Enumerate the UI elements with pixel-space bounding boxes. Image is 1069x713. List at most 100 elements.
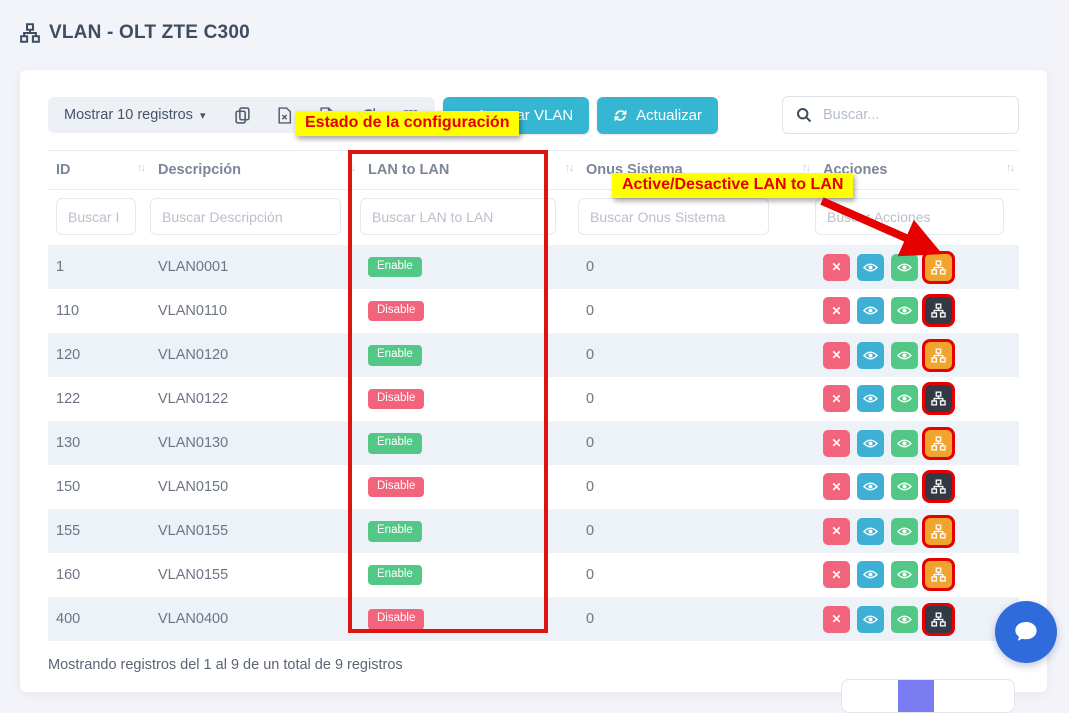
view-button[interactable]	[857, 385, 884, 412]
lan-to-lan-toggle-button[interactable]	[925, 297, 952, 324]
cell-id: 130	[48, 421, 150, 465]
lan-to-lan-toggle-button[interactable]	[925, 342, 952, 369]
eye-icon	[897, 348, 912, 363]
cell-acciones: ✕	[815, 377, 1019, 421]
cell-descripcion: VLAN0110	[150, 289, 360, 333]
datatable-buttons: Mostrar 10 registros ▾	[48, 97, 435, 133]
add-vlan-button[interactable]: + Agregar VLAN	[443, 97, 590, 134]
global-search[interactable]	[782, 96, 1019, 134]
status-badge: Enable	[368, 521, 422, 542]
cell-onus: 0	[578, 245, 815, 289]
sitemap-icon	[931, 303, 946, 318]
view-onus-button[interactable]	[891, 254, 918, 281]
cell-lan-to-lan: Disable	[360, 597, 578, 641]
column-header-lan-to-lan[interactable]: LAN to LAN↑↓	[360, 151, 578, 190]
filter-descripcion-input[interactable]	[150, 198, 341, 235]
redo-icon	[360, 107, 377, 124]
action-buttons: ✕	[823, 430, 1013, 457]
lan-to-lan-toggle-button[interactable]	[925, 430, 952, 457]
view-onus-button[interactable]	[891, 473, 918, 500]
table-row: 122VLAN0122Disable0✕	[48, 377, 1019, 421]
pdf-export-button[interactable]	[305, 97, 347, 133]
cell-lan-to-lan: Disable	[360, 377, 578, 421]
lan-to-lan-toggle-button[interactable]	[925, 561, 952, 588]
close-icon: ✕	[831, 392, 841, 406]
delete-button[interactable]: ✕	[823, 606, 850, 633]
lan-to-lan-toggle-button[interactable]	[925, 385, 952, 412]
delete-button[interactable]: ✕	[823, 385, 850, 412]
view-onus-button[interactable]	[891, 297, 918, 324]
view-button[interactable]	[857, 518, 884, 545]
view-button[interactable]	[857, 342, 884, 369]
cell-lan-to-lan: Disable	[360, 465, 578, 509]
cell-acciones: ✕	[815, 245, 1019, 289]
vlan-table: ID↑↓ Descripción↑↓ LAN to LAN↑↓ Onus Sis…	[48, 150, 1019, 641]
view-onus-button[interactable]	[891, 430, 918, 457]
view-button[interactable]	[857, 561, 884, 588]
chat-icon	[1011, 617, 1041, 647]
sort-icon: ↑↓	[565, 162, 572, 174]
refresh-button[interactable]: Actualizar	[597, 97, 718, 134]
delete-button[interactable]: ✕	[823, 430, 850, 457]
lan-to-lan-toggle-button[interactable]	[925, 473, 952, 500]
lan-to-lan-toggle-button[interactable]	[925, 518, 952, 545]
sitemap-icon	[931, 348, 946, 363]
close-icon: ✕	[831, 304, 841, 318]
delete-button[interactable]: ✕	[823, 473, 850, 500]
sitemap-icon	[20, 23, 40, 43]
lan-to-lan-toggle-button[interactable]	[925, 254, 952, 281]
page-title: VLAN - OLT ZTE C300	[49, 22, 250, 44]
view-button[interactable]	[857, 606, 884, 633]
view-onus-button[interactable]	[891, 561, 918, 588]
sort-icon: ↑↓	[137, 162, 144, 174]
column-header-onus-sistema[interactable]: Onus Sistema↑↓	[578, 151, 815, 190]
delete-button[interactable]: ✕	[823, 297, 850, 324]
status-badge: Disable	[368, 609, 424, 630]
view-button[interactable]	[857, 254, 884, 281]
cell-onus: 0	[578, 333, 815, 377]
filter-lan-to-lan-input[interactable]	[360, 198, 556, 235]
view-onus-button[interactable]	[891, 518, 918, 545]
view-onus-button[interactable]	[891, 606, 918, 633]
delete-button[interactable]: ✕	[823, 518, 850, 545]
eye-icon	[863, 260, 878, 275]
show-entries-dropdown[interactable]: Mostrar 10 registros ▾	[48, 107, 221, 123]
search-input[interactable]	[823, 107, 1005, 123]
cell-lan-to-lan: Enable	[360, 333, 578, 377]
chevron-down-icon: ▾	[423, 110, 428, 121]
cell-lan-to-lan: Enable	[360, 245, 578, 289]
column-header-acciones[interactable]: Acciones↑↓	[815, 151, 1019, 190]
close-icon: ✕	[831, 612, 841, 626]
cell-acciones: ✕	[815, 333, 1019, 377]
eye-icon	[897, 612, 912, 627]
table-row: 160VLAN0155Enable0✕	[48, 553, 1019, 597]
file-icon	[318, 107, 335, 124]
eye-icon	[863, 612, 878, 627]
cell-acciones: ✕	[815, 553, 1019, 597]
view-onus-button[interactable]	[891, 342, 918, 369]
view-onus-button[interactable]	[891, 385, 918, 412]
delete-button[interactable]: ✕	[823, 342, 850, 369]
copy-button[interactable]	[221, 97, 263, 133]
column-header-descripcion[interactable]: Descripción↑↓	[150, 151, 360, 190]
filter-onus-input[interactable]	[578, 198, 769, 235]
cell-lan-to-lan: Enable	[360, 509, 578, 553]
lan-to-lan-toggle-button[interactable]	[925, 606, 952, 633]
pagination[interactable]	[841, 679, 1015, 713]
pagination-active-page[interactable]	[898, 680, 934, 713]
delete-button[interactable]: ✕	[823, 254, 850, 281]
chat-launcher-button[interactable]	[995, 601, 1057, 663]
table-header-row: ID↑↓ Descripción↑↓ LAN to LAN↑↓ Onus Sis…	[48, 151, 1019, 190]
filter-acciones-input[interactable]	[815, 198, 1004, 235]
view-button[interactable]	[857, 297, 884, 324]
delete-button[interactable]: ✕	[823, 561, 850, 588]
column-header-id[interactable]: ID↑↓	[48, 151, 150, 190]
view-button[interactable]	[857, 430, 884, 457]
view-button[interactable]	[857, 473, 884, 500]
cell-onus: 0	[578, 421, 815, 465]
filter-id-input[interactable]	[56, 198, 136, 235]
table-row: 110VLAN0110Disable0✕	[48, 289, 1019, 333]
excel-export-button[interactable]	[263, 97, 305, 133]
reload-button[interactable]	[347, 97, 389, 133]
sort-icon: ↑↓	[347, 162, 354, 174]
